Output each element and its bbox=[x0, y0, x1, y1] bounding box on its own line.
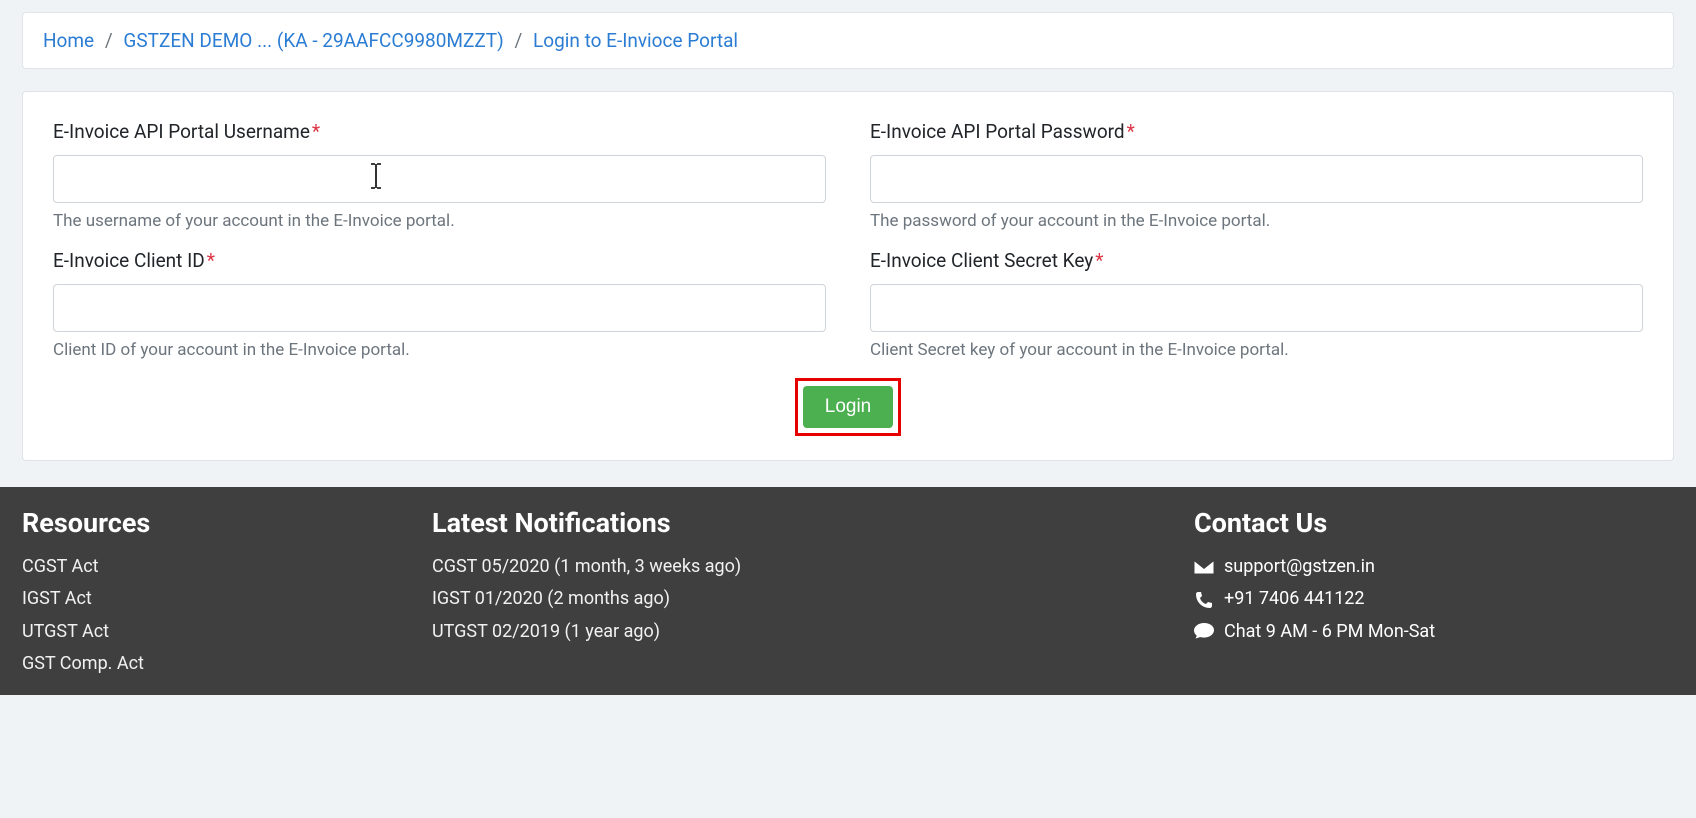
footer-notifications-heading: Latest Notifications bbox=[432, 507, 1154, 539]
breadcrumb-current: Login to E-Invioce Portal bbox=[533, 29, 738, 52]
password-help: The password of your account in the E-In… bbox=[870, 211, 1643, 231]
breadcrumb: Home / GSTZEN DEMO ... (KA - 29AAFCC9980… bbox=[22, 12, 1674, 69]
footer-link-utgst-act[interactable]: UTGST Act bbox=[22, 621, 109, 642]
client-secret-input[interactable] bbox=[870, 284, 1643, 332]
footer-contact-phone[interactable]: +91 7406 441122 bbox=[1194, 583, 1674, 615]
client-secret-label: E-Invoice Client Secret Key* bbox=[870, 249, 1643, 272]
footer-notification-item[interactable]: UTGST 02/2019 (1 year ago) bbox=[432, 621, 660, 642]
client-id-input[interactable] bbox=[53, 284, 826, 332]
footer-link-gst-comp-act[interactable]: GST Comp. Act bbox=[22, 653, 144, 674]
breadcrumb-separator: / bbox=[514, 29, 522, 52]
footer-contact-heading: Contact Us bbox=[1194, 507, 1674, 539]
phone-icon bbox=[1194, 591, 1214, 609]
username-label: E-Invoice API Portal Username* bbox=[53, 120, 826, 143]
breadcrumb-company[interactable]: GSTZEN DEMO ... (KA - 29AAFCC9980MZZT) bbox=[123, 29, 503, 52]
username-input[interactable] bbox=[53, 155, 826, 203]
page-footer: Resources CGST Act IGST Act UTGST Act GS… bbox=[0, 487, 1696, 695]
client-secret-help: Client Secret key of your account in the… bbox=[870, 340, 1643, 360]
footer-contact-chat[interactable]: Chat 9 AM - 6 PM Mon-Sat bbox=[1194, 616, 1674, 648]
chat-icon bbox=[1194, 623, 1214, 641]
username-help: The username of your account in the E-In… bbox=[53, 211, 826, 231]
client-id-label: E-Invoice Client ID* bbox=[53, 249, 826, 272]
footer-notification-item[interactable]: IGST 01/2020 (2 months ago) bbox=[432, 588, 670, 609]
footer-link-cgst-act[interactable]: CGST Act bbox=[22, 556, 99, 577]
password-input[interactable] bbox=[870, 155, 1643, 203]
footer-link-igst-act[interactable]: IGST Act bbox=[22, 588, 92, 609]
envelope-icon bbox=[1194, 560, 1214, 574]
breadcrumb-home[interactable]: Home bbox=[43, 29, 94, 52]
footer-resources-heading: Resources bbox=[22, 507, 392, 539]
breadcrumb-separator: / bbox=[105, 29, 113, 52]
login-button[interactable]: Login bbox=[803, 386, 894, 428]
password-label: E-Invoice API Portal Password* bbox=[870, 120, 1643, 143]
footer-resources-list: CGST Act IGST Act UTGST Act GST Comp. Ac… bbox=[22, 551, 392, 681]
highlight-box: Login bbox=[795, 378, 902, 436]
footer-notifications-list: CGST 05/2020 (1 month, 3 weeks ago) IGST… bbox=[432, 551, 1154, 648]
login-form-card: E-Invoice API Portal Username* The usern… bbox=[22, 91, 1674, 461]
footer-notification-item[interactable]: CGST 05/2020 (1 month, 3 weeks ago) bbox=[432, 556, 741, 577]
client-id-help: Client ID of your account in the E-Invoi… bbox=[53, 340, 826, 360]
footer-contact-email[interactable]: support@gstzen.in bbox=[1194, 551, 1674, 583]
